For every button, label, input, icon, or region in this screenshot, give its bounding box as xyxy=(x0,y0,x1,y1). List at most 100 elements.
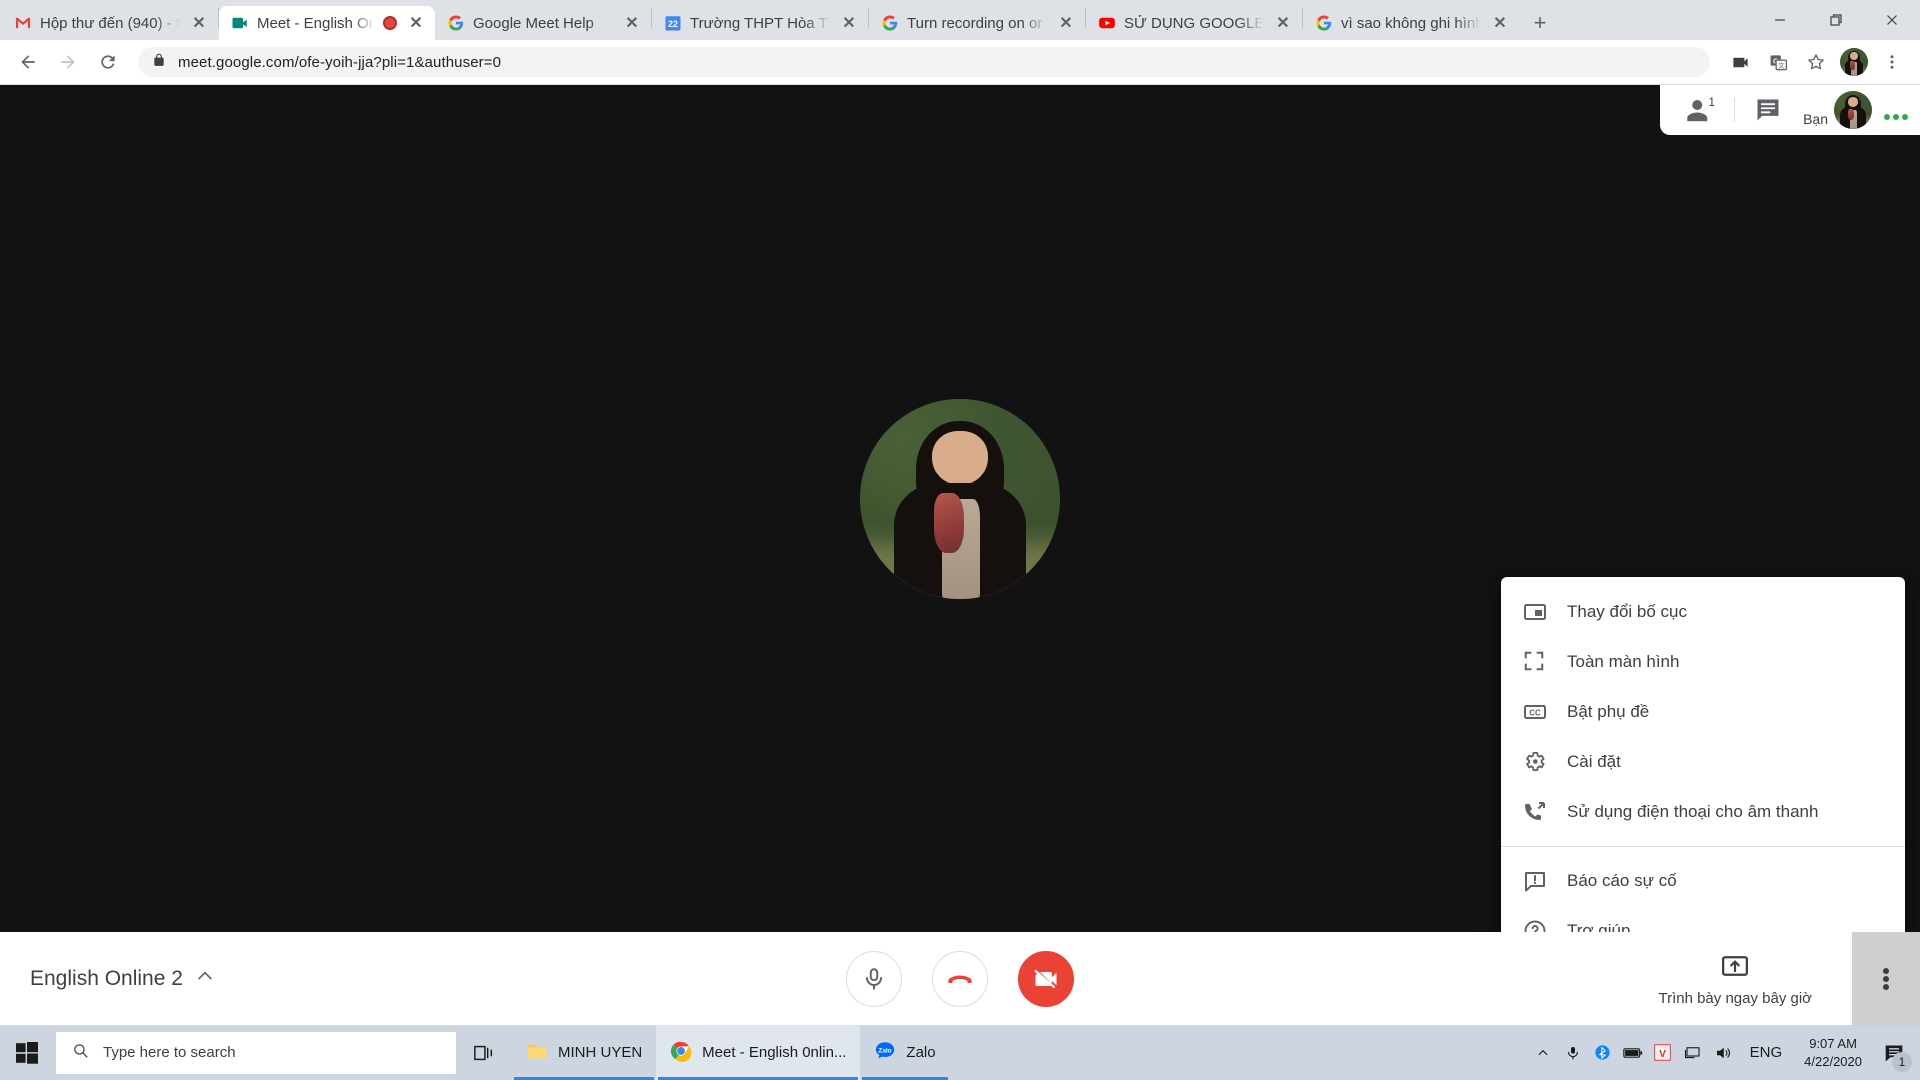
meeting-info[interactable]: English Online 2 xyxy=(30,966,215,991)
menu-item-captions[interactable]: CC Bật phụ đề xyxy=(1501,687,1905,737)
microphone-icon[interactable] xyxy=(1558,1025,1588,1080)
tab-close-button[interactable]: ✕ xyxy=(188,12,210,34)
meet-more-options-button[interactable] xyxy=(1852,932,1920,1025)
zalo-icon: Zalo xyxy=(874,1040,896,1066)
report-problem-icon xyxy=(1523,869,1547,893)
phone-forward-icon xyxy=(1523,800,1547,824)
taskbar-item-label: Zalo xyxy=(906,1044,936,1061)
browser-tab[interactable]: SỬ DỤNG GOOGLE ME ✕ xyxy=(1086,6,1302,40)
reload-arrow-icon[interactable] xyxy=(90,44,126,80)
connection-status-dots xyxy=(1876,100,1908,120)
clock-date: 4/22/2020 xyxy=(1804,1053,1862,1069)
taskbar-item-zalo[interactable]: Zalo Zalo xyxy=(860,1025,949,1080)
maximize-restore-button[interactable] xyxy=(1808,0,1864,40)
close-window-button[interactable] xyxy=(1864,0,1920,40)
svg-text:文: 文 xyxy=(1778,60,1785,69)
profile-avatar[interactable] xyxy=(1836,44,1872,80)
display-icon[interactable] xyxy=(1678,1025,1708,1080)
search-input[interactable]: Type here to search xyxy=(56,1031,456,1074)
clock-time: 9:07 AM xyxy=(1809,1035,1857,1051)
back-arrow-icon[interactable] xyxy=(10,44,46,80)
self-participant[interactable]: Bạn xyxy=(1795,91,1872,129)
address-bar-url: meet.google.com/ofe-yoih-jja?pli=1&authu… xyxy=(178,53,502,71)
browser-tab[interactable]: vì sao không ghi hình ơ ✕ xyxy=(1303,6,1519,40)
people-icon[interactable]: 1 xyxy=(1678,87,1724,133)
browser-tab[interactable]: Hộp thư đến (940) - tra ✕ xyxy=(2,6,218,40)
windows-logo-icon[interactable] xyxy=(0,1025,54,1080)
video-camera-icon[interactable] xyxy=(1722,44,1758,80)
camera-off-button[interactable] xyxy=(1018,950,1074,1007)
tab-title: Turn recording on or o xyxy=(907,14,1047,32)
taskbar-item-chrome-meet[interactable]: Meet - English 0nlin... xyxy=(656,1025,861,1080)
tab-title: vì sao không ghi hình ơ xyxy=(1341,14,1481,32)
menu-item-fullscreen[interactable]: Toàn màn hình xyxy=(1501,637,1905,687)
window-controls xyxy=(1752,0,1920,40)
search-placeholder: Type here to search xyxy=(103,1044,236,1061)
language-indicator[interactable]: ENG xyxy=(1738,1044,1795,1061)
self-label: Bạn xyxy=(1803,111,1828,127)
translate-icon[interactable]: G文 xyxy=(1760,44,1796,80)
tab-close-button[interactable]: ✕ xyxy=(621,12,643,34)
meet-icon xyxy=(231,14,249,32)
antivirus-v-icon[interactable]: V xyxy=(1648,1025,1678,1080)
windows-taskbar: Type here to search MINH UYEN Meet - Eng… xyxy=(0,1025,1920,1080)
browser-tab[interactable]: Turn recording on or o ✕ xyxy=(869,6,1085,40)
address-bar[interactable]: meet.google.com/ofe-yoih-jja?pli=1&authu… xyxy=(138,47,1710,77)
meet-top-controls: 1 Bạn xyxy=(1660,85,1920,135)
battery-icon[interactable] xyxy=(1618,1025,1648,1080)
browser-toolbar: meet.google.com/ofe-yoih-jja?pli=1&authu… xyxy=(0,40,1920,85)
tab-close-button[interactable]: ✕ xyxy=(1489,12,1511,34)
call-controls xyxy=(846,950,1074,1007)
menu-item-use-phone-for-audio[interactable]: Sử dụng điện thoại cho âm thanh xyxy=(1501,787,1905,837)
chrome-browser-window: Hộp thư đến (940) - tra ✕ Meet - English… xyxy=(0,0,1920,1080)
action-center-icon[interactable]: 1 xyxy=(1872,1025,1916,1080)
google-icon xyxy=(447,14,465,32)
gmail-icon xyxy=(14,14,32,32)
clock[interactable]: 9:07 AM 4/22/2020 xyxy=(1794,1035,1872,1070)
chevron-up-icon[interactable] xyxy=(195,966,215,991)
chrome-icon xyxy=(670,1040,692,1066)
present-now-button[interactable]: Trình bày ngay bây giờ xyxy=(1658,951,1812,1007)
tab-title: SỬ DỤNG GOOGLE ME xyxy=(1124,14,1264,32)
menu-item-label: Cài đặt xyxy=(1567,752,1621,771)
star-icon[interactable] xyxy=(1798,44,1834,80)
menu-item-help[interactable]: Trợ giúp xyxy=(1501,906,1905,932)
tab-close-button[interactable]: ✕ xyxy=(405,12,427,34)
taskbar-item-label: MINH UYEN xyxy=(558,1044,643,1061)
menu-item-change-layout[interactable]: Thay đổi bố cục xyxy=(1501,587,1905,637)
browser-tab-active[interactable]: Meet - English Onlin ✕ xyxy=(219,6,435,40)
tab-close-button[interactable]: ✕ xyxy=(1055,12,1077,34)
youtube-icon xyxy=(1098,14,1116,32)
svg-text:V: V xyxy=(1659,1049,1666,1060)
new-tab-button[interactable]: + xyxy=(1523,6,1557,40)
chat-icon[interactable] xyxy=(1745,87,1791,133)
tab-close-button[interactable]: ✕ xyxy=(1272,12,1294,34)
task-view-icon[interactable] xyxy=(456,1042,512,1064)
end-call-button[interactable] xyxy=(932,950,988,1007)
browser-tab[interactable]: 22 Trường THPT Hòa Tú - ✕ xyxy=(652,6,868,40)
toolbar-right-actions: G文 xyxy=(1722,44,1910,80)
chevron-up-icon[interactable] xyxy=(1528,1025,1558,1080)
three-dot-icon[interactable] xyxy=(1874,44,1910,80)
folder-icon xyxy=(526,1040,548,1066)
forward-arrow-icon[interactable] xyxy=(50,44,86,80)
menu-item-label: Thay đổi bố cục xyxy=(1567,602,1688,621)
tab-strip: Hộp thư đến (940) - tra ✕ Meet - English… xyxy=(0,0,1920,40)
microphone-button[interactable] xyxy=(846,950,902,1007)
taskbar-item-minh-uyen[interactable]: MINH UYEN xyxy=(512,1025,656,1080)
google-icon xyxy=(881,14,899,32)
minimize-button[interactable] xyxy=(1752,0,1808,40)
menu-item-label: Toàn màn hình xyxy=(1567,652,1680,671)
recording-indicator-icon[interactable] xyxy=(383,16,397,30)
present-screen-icon xyxy=(1720,951,1750,986)
tab-close-button[interactable]: ✕ xyxy=(838,12,860,34)
system-tray: V ENG 9:07 AM 4/22/2020 1 xyxy=(1528,1025,1920,1080)
browser-tab[interactable]: Google Meet Help ✕ xyxy=(435,6,651,40)
bluetooth-icon[interactable] xyxy=(1588,1025,1618,1080)
google-icon xyxy=(1315,14,1333,32)
menu-item-label: Báo cáo sự cố xyxy=(1567,871,1677,890)
menu-item-settings[interactable]: Cài đặt xyxy=(1501,737,1905,787)
volume-icon[interactable] xyxy=(1708,1025,1738,1080)
tab-title: Meet - English Onlin xyxy=(257,14,375,32)
menu-item-report-problem[interactable]: Báo cáo sự cố xyxy=(1501,856,1905,906)
